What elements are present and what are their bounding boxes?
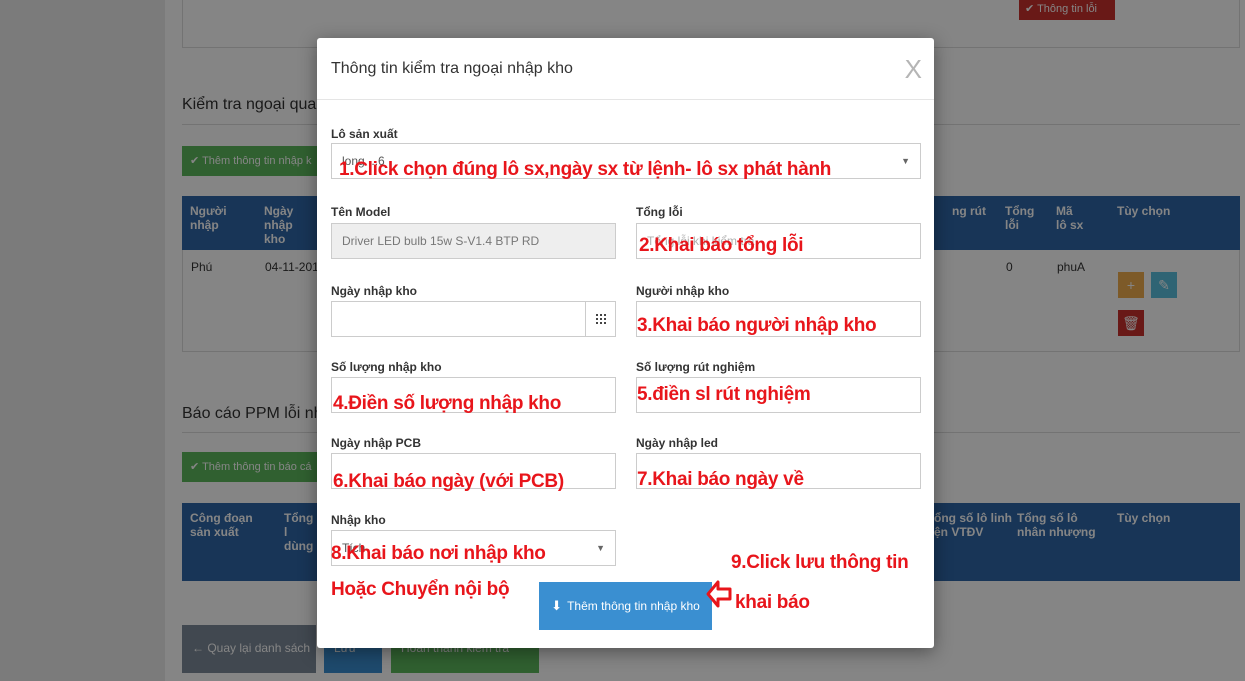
label-tong-loi: Tổng lỗi xyxy=(636,205,683,219)
chevron-down-icon: ▼ xyxy=(901,156,910,166)
annotation-step8-line2: Hoặc Chuyển nội bộ xyxy=(331,579,510,600)
annotation-step4: 4.Điền số lượng nhập kho xyxy=(333,393,562,414)
annotation-step1: 1.Click chọn đúng lô sx,ngày sx từ lệnh-… xyxy=(339,159,832,180)
annotation-step5: 5.điền sl rút nghiệm xyxy=(637,384,811,405)
annotation-step2: 2.Khai báo tổng lỗi xyxy=(639,235,804,256)
arrow-left-icon xyxy=(706,580,732,608)
annotation-step9-line2: khai báo xyxy=(735,592,810,613)
annotation-step6: 6.Khai báo ngày (với PCB) xyxy=(333,471,564,492)
ngay-nhap-kho-input[interactable] xyxy=(331,301,616,337)
ten-model-field: Driver LED bulb 15w S-V1.4 BTP RD xyxy=(331,223,616,259)
calendar-icon[interactable] xyxy=(585,302,615,336)
close-icon[interactable]: X xyxy=(905,56,922,82)
label-ten-model: Tên Model xyxy=(331,205,391,219)
modal-header: Thông tin kiểm tra ngoại nhập kho X xyxy=(317,38,934,100)
inspection-modal: Thông tin kiểm tra ngoại nhập kho X Lô s… xyxy=(317,38,934,648)
label-ngay-nhap-led: Ngày nhập led xyxy=(636,436,719,450)
label-nhap-kho: Nhập kho xyxy=(331,513,386,527)
label-so-luong-rut-nghiem: Số lượng rút nghiệm xyxy=(636,360,756,374)
label-ngay-nhap-kho: Ngày nhập kho xyxy=(331,284,418,298)
label-lo-san-xuat: Lô sản xuất xyxy=(331,127,398,141)
add-warehouse-info-button[interactable]: ⬇ Thêm thông tin nhập kho xyxy=(539,582,712,630)
annotation-step3: 3.Khai báo người nhập kho xyxy=(637,315,877,336)
annotation-step8-line1: 8.Khai báo nơi nhập kho xyxy=(331,543,546,564)
chevron-down-icon: ▼ xyxy=(596,543,605,553)
download-icon: ⬇ xyxy=(551,598,563,613)
label-so-luong-nhap-kho: Số lượng nhập kho xyxy=(331,360,442,374)
annotation-step9-line1: 9.Click lưu thông tin xyxy=(731,552,909,573)
label-ngay-nhap-pcb: Ngày nhập PCB xyxy=(331,436,422,450)
submit-label: Thêm thông tin nhập kho xyxy=(567,599,700,613)
annotation-step7: 7.Khai báo ngày về xyxy=(637,469,804,490)
label-nguoi-nhap-kho: Người nhập kho xyxy=(636,284,730,298)
modal-title: Thông tin kiểm tra ngoại nhập kho xyxy=(331,60,573,77)
